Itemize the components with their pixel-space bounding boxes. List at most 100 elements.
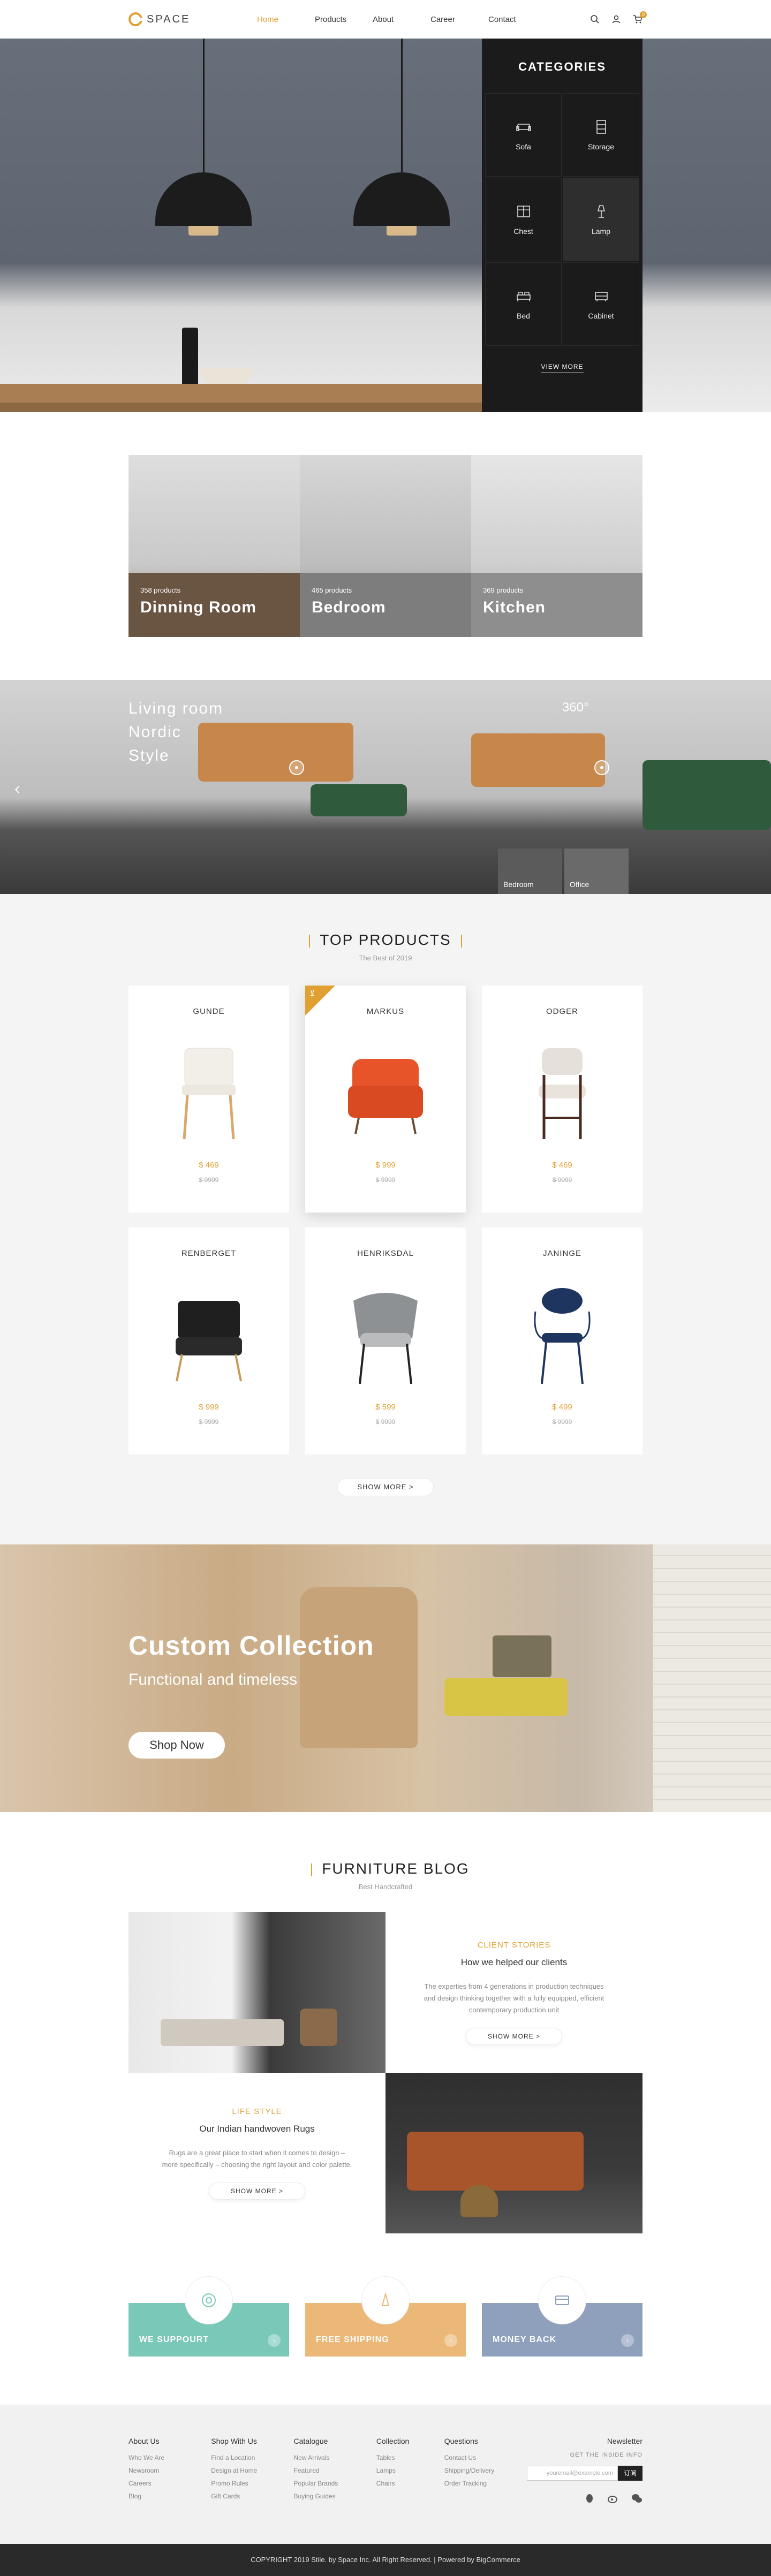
site-header: SPACE Home Products About Career Contact… <box>0 0 771 39</box>
shop-now-button[interactable]: Shop Now <box>128 1732 225 1759</box>
blog-title: FURNITURE BLOG <box>0 1860 771 1877</box>
sofa-icon <box>516 124 531 131</box>
product-card[interactable]: ODGER $ 469 $ 9999 <box>482 986 642 1213</box>
footer-heading: Questions <box>444 2437 478 2445</box>
newsletter-title: Newsletter <box>607 2437 642 2445</box>
footer-heading: Collection <box>376 2437 410 2445</box>
blog-image-interior[interactable] <box>128 1912 386 2073</box>
category-sofa[interactable]: Sofa <box>485 93 562 177</box>
arrow-right-icon: › <box>621 2334 634 2347</box>
room-card-kitchen[interactable]: 369 products Kitchen <box>471 455 642 637</box>
room-name: Dinning Room <box>140 598 256 616</box>
view-360-badge[interactable]: 360° <box>562 700 589 715</box>
nav-home[interactable]: Home <box>257 15 315 24</box>
newsletter-email-input[interactable]: youremail@example.com <box>527 2466 618 2481</box>
blog-grid: CLIENT STORIES How we helped our clients… <box>128 1912 642 2233</box>
user-icon[interactable] <box>611 14 621 24</box>
nav-career[interactable]: Career <box>430 15 488 24</box>
category-chest[interactable]: Chest <box>485 178 562 261</box>
blog-category: LIFE STYLE <box>232 2107 282 2116</box>
footer-heading: Shop With Us <box>211 2437 257 2445</box>
thumb-office[interactable]: Office <box>564 848 629 894</box>
feature-money-back[interactable]: MONEY BACK › <box>482 2276 642 2357</box>
feature-free-shipping[interactable]: FREE SHIPPING › <box>305 2276 466 2357</box>
footer-link[interactable]: Contact Us <box>444 2454 527 2461</box>
footer-link[interactable]: Find a Location <box>211 2454 293 2461</box>
product-name: ODGER <box>546 1007 578 1016</box>
category-lamp[interactable]: Lamp <box>563 178 639 261</box>
money-icon <box>538 2276 586 2324</box>
category-bed[interactable]: Bed <box>485 262 562 346</box>
blog-subtitle: Best Handcrafted <box>358 1883 413 1891</box>
footer-link[interactable]: Buying Guides <box>294 2492 376 2500</box>
footer-link[interactable]: Shipping/Delivery <box>444 2467 527 2474</box>
view-more-link[interactable]: VIEW MORE <box>541 363 584 373</box>
feature-support[interactable]: WE SUPPOURT › <box>128 2276 289 2357</box>
product-card-featured[interactable]: ⊻ MARKUS $ 999 $ 9999 <box>305 986 466 1213</box>
footer-link[interactable]: Order Tracking <box>444 2480 527 2487</box>
nav-products[interactable]: Products <box>315 15 373 24</box>
room-card-dining[interactable]: 358 products Dinning Room <box>128 455 300 637</box>
qq-icon[interactable] <box>584 2492 595 2504</box>
categories-grid: Sofa Storage Chest Lamp Bed Cabinet <box>485 93 639 346</box>
cart-button[interactable]: 0 <box>633 11 647 24</box>
product-card[interactable]: GUNDE $ 469 $ 9999 <box>128 986 289 1213</box>
category-storage[interactable]: Storage <box>563 93 639 177</box>
ottoman-image <box>311 784 407 816</box>
main-nav: Home Products About Career Contact <box>257 15 546 24</box>
footer-link[interactable]: Design at Home <box>211 2467 293 2474</box>
room-card-bedroom[interactable]: 465 products Bedroom <box>300 455 471 637</box>
nav-contact[interactable]: Contact <box>488 15 546 24</box>
footer-link[interactable]: Featured <box>294 2467 376 2474</box>
product-name: RENBERGET <box>181 1249 237 1258</box>
hotspot-button[interactable] <box>594 760 609 775</box>
living-room-showcase: Living room Nordic Style 360° Bedroom Of… <box>0 680 771 894</box>
footer-link[interactable]: Careers <box>128 2480 211 2487</box>
blog-image-sofa[interactable] <box>386 2073 642 2233</box>
footer-heading: Catalogue <box>293 2437 328 2445</box>
lounge-chair-image <box>161 1279 257 1387</box>
category-label: Chest <box>513 227 533 236</box>
logo[interactable]: SPACE <box>128 12 257 26</box>
footer-link[interactable]: Tables <box>376 2454 444 2461</box>
footer-link[interactable]: Promo Rules <box>211 2480 293 2487</box>
newsletter: Newsletter GET THE INSIDE INFO youremail… <box>527 2437 642 2517</box>
product-old-price: $ 9999 <box>199 1418 219 1426</box>
footer-link[interactable]: Newsroom <box>128 2467 211 2474</box>
blog-post-client-stories: CLIENT STORIES How we helped our clients… <box>386 1912 642 2073</box>
subscribe-button[interactable]: 订阅 <box>618 2466 642 2481</box>
arrow-right-icon: › <box>444 2334 457 2347</box>
product-card[interactable]: RENBERGET $ 999 $ 9999 <box>128 1228 289 1454</box>
search-icon[interactable] <box>590 14 600 24</box>
top-products-section: TOP PRODUCTS The Best of 2019 GUNDE $ 46… <box>0 894 771 1544</box>
prev-arrow-icon[interactable] <box>14 785 23 794</box>
footer-link[interactable]: Popular Brands <box>294 2480 376 2487</box>
header-actions: 0 <box>590 11 647 24</box>
product-old-price: $ 9999 <box>375 1418 396 1426</box>
product-card[interactable]: JANINGE $ 499 $ 9999 <box>482 1228 642 1454</box>
weibo-icon[interactable] <box>607 2492 619 2504</box>
show-more-button[interactable]: SHOW MORE > <box>337 1478 434 1496</box>
social-links <box>527 2492 642 2504</box>
blog-show-more-button[interactable]: SHOW MORE > <box>209 2182 305 2200</box>
table-image <box>0 384 482 403</box>
category-cabinet[interactable]: Cabinet <box>563 262 639 346</box>
blog-show-more-button[interactable]: SHOW MORE > <box>466 2027 562 2045</box>
product-card[interactable]: HENRIKSDAL $ 599 $ 9999 <box>305 1228 466 1454</box>
footer-link[interactable]: Gift Cards <box>211 2492 293 2500</box>
footer-link[interactable]: Who We Are <box>128 2454 211 2461</box>
cart-count-badge: 0 <box>640 11 647 18</box>
thumb-bedroom[interactable]: Bedroom <box>498 848 562 894</box>
side-table-image <box>444 1678 568 1716</box>
footer-link[interactable]: Blog <box>128 2492 211 2500</box>
footer-link[interactable]: Chairs <box>376 2480 444 2487</box>
cart-icon: ⊻ <box>309 989 315 997</box>
hotspot-button[interactable] <box>289 760 304 775</box>
wechat-icon[interactable] <box>631 2492 642 2504</box>
table-edge <box>0 403 482 412</box>
nav-about[interactable]: About <box>373 15 430 24</box>
chair-image <box>337 1279 434 1387</box>
footer-link[interactable]: New Arrivals <box>294 2454 376 2461</box>
category-label: Sofa <box>516 142 531 151</box>
footer-link[interactable]: Lamps <box>376 2467 444 2474</box>
